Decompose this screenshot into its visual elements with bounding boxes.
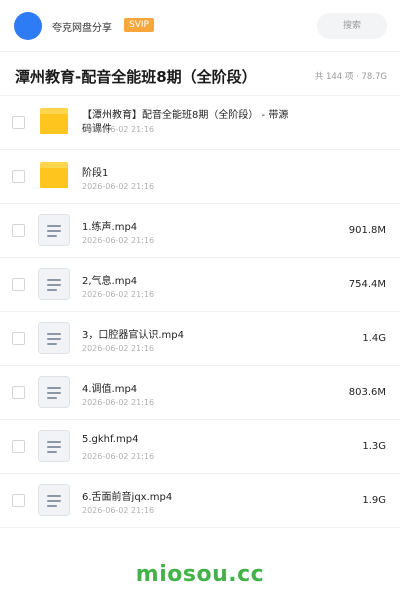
document-icon [38, 268, 70, 300]
document-icon [38, 376, 70, 408]
svip-badge: SVIP [124, 18, 154, 32]
file-name: 4.调值.mp4 [82, 384, 138, 395]
document-icon [38, 484, 70, 516]
file-name: 5.gkhf.mp4 [82, 434, 139, 445]
file-name: 6.舌面前音jqx.mp4 [82, 492, 173, 503]
list-item[interactable]: 【潭州教育】配音全能班8期（全阶段） - 带源码课件 2026-06-02 21… [0, 96, 400, 150]
page-title: 潭州教育-配音全能班8期（全阶段） [15, 68, 257, 86]
file-name: 阶段1 [82, 168, 109, 179]
file-date: 2026-06-02 21:16 [82, 452, 155, 461]
select-checkbox[interactable] [12, 332, 25, 345]
document-icon [38, 430, 70, 462]
file-date: 2026-06-02 21:16 [82, 125, 155, 134]
list-item[interactable]: 2,气息.mp4 2026-06-02 21:16 754.4M [0, 258, 400, 312]
list-item[interactable]: 阶段1 2026-06-02 21:16 [0, 150, 400, 204]
select-checkbox[interactable] [12, 116, 25, 129]
item-count-summary: 共 144 项 · 78.7G [314, 72, 387, 82]
file-date: 2026-06-02 21:16 [82, 506, 155, 515]
folder-icon [40, 162, 68, 188]
document-icon [38, 322, 70, 354]
watermark-text: miosou.cc [135, 562, 265, 587]
list-item[interactable]: 5.gkhf.mp4 2026-06-02 21:16 1.3G [0, 420, 400, 474]
folder-icon [40, 108, 68, 134]
list-item[interactable]: 1.练声.mp4 2026-06-02 21:16 901.8M [0, 204, 400, 258]
file-list: 【潭州教育】配音全能班8期（全阶段） - 带源码课件 2026-06-02 21… [0, 96, 400, 528]
select-checkbox[interactable] [12, 494, 25, 507]
file-date: 2026-06-02 21:16 [82, 398, 155, 407]
file-size: 1.3G [362, 441, 386, 452]
file-size: 901.8M [348, 225, 386, 236]
select-checkbox[interactable] [12, 224, 25, 237]
file-name: 2,气息.mp4 [82, 276, 138, 287]
file-size: 754.4M [348, 279, 386, 290]
search-input[interactable]: 搜索 [317, 13, 387, 39]
list-item[interactable]: 3，口腔器官认识.mp4 2026-06-02 21:16 1.4G [0, 312, 400, 366]
avatar[interactable] [14, 12, 42, 40]
file-name: 1.练声.mp4 [82, 222, 138, 233]
list-item[interactable]: 6.舌面前音jqx.mp4 2026-06-02 21:16 1.9G [0, 474, 400, 528]
select-checkbox[interactable] [12, 278, 25, 291]
list-item[interactable]: 4.调值.mp4 2026-06-02 21:16 803.6M [0, 366, 400, 420]
file-name: 3，口腔器官认识.mp4 [82, 330, 184, 341]
file-size: 1.4G [362, 333, 386, 344]
file-size: 803.6M [348, 387, 386, 398]
share-header: 夸克网盘分享 SVIP 搜索 [0, 0, 400, 52]
file-date: 2026-06-02 21:16 [82, 290, 155, 299]
file-date: 2026-06-02 21:16 [82, 344, 155, 353]
file-size: 1.9G [362, 495, 386, 506]
share-owner-name: 夸克网盘分享 [52, 23, 112, 34]
document-icon [38, 214, 70, 246]
title-bar: 潭州教育-配音全能班8期（全阶段） 共 144 项 · 78.7G [0, 52, 400, 96]
select-checkbox[interactable] [12, 170, 25, 183]
file-date: 2026-06-02 21:16 [82, 182, 155, 191]
select-checkbox[interactable] [12, 440, 25, 453]
file-date: 2026-06-02 21:16 [82, 236, 155, 245]
select-checkbox[interactable] [12, 386, 25, 399]
